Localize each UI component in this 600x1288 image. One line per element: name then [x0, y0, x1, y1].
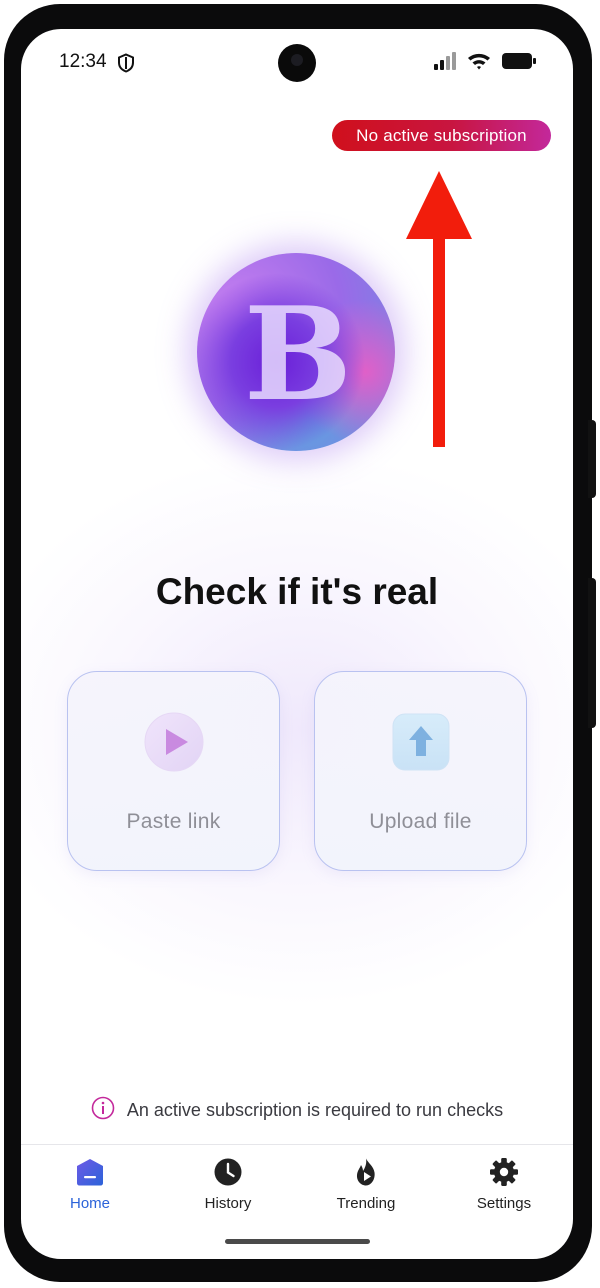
- volume-button: [588, 578, 596, 728]
- nav-item-home[interactable]: Home: [21, 1145, 159, 1235]
- flame-icon: [351, 1157, 381, 1187]
- nav-item-trending[interactable]: Trending: [297, 1145, 435, 1235]
- front-camera: [278, 44, 316, 82]
- nav-label-home: Home: [69, 1195, 110, 1212]
- shield-icon: [117, 53, 135, 77]
- notice-text: An active subscription is required to ru…: [126, 1100, 504, 1120]
- home-icon: [75, 1157, 105, 1187]
- clock-icon: [213, 1157, 243, 1187]
- annotation-arrow-icon: [405, 171, 473, 451]
- power-button: [588, 420, 596, 498]
- battery-icon: [501, 52, 537, 74]
- status-time: 12:34: [59, 51, 107, 72]
- status-icons: [433, 52, 537, 74]
- subscription-notice: An active subscription is required to ru…: [21, 1096, 573, 1125]
- logo-letter: B: [243, 280, 353, 430]
- signal-icon: [433, 52, 457, 74]
- wifi-icon: [467, 52, 491, 74]
- upload-arrow-icon: [391, 712, 451, 772]
- app-logo: B: [197, 253, 395, 451]
- bottom-navigation: Home History Trending Settings: [21, 1145, 573, 1235]
- home-indicator[interactable]: [225, 1239, 370, 1244]
- page-title: Check if it's real: [155, 571, 439, 612]
- nav-label-trending: Trending: [336, 1195, 396, 1212]
- screen: 12:34 No active subscription B Check if …: [21, 29, 573, 1259]
- upload-file-card[interactable]: Upload file: [314, 671, 527, 871]
- gear-icon: [489, 1157, 519, 1187]
- info-icon: [91, 1096, 115, 1125]
- upload-file-label: Upload file: [369, 810, 472, 833]
- nav-item-history[interactable]: History: [159, 1145, 297, 1235]
- nav-item-settings[interactable]: Settings: [435, 1145, 573, 1235]
- subscription-status-badge[interactable]: No active subscription: [332, 120, 551, 151]
- nav-label-history: History: [204, 1195, 252, 1212]
- paste-link-label: Paste link: [126, 810, 221, 833]
- paste-link-card[interactable]: Paste link: [67, 671, 280, 871]
- nav-label-settings: Settings: [476, 1195, 532, 1212]
- play-icon: [144, 712, 204, 772]
